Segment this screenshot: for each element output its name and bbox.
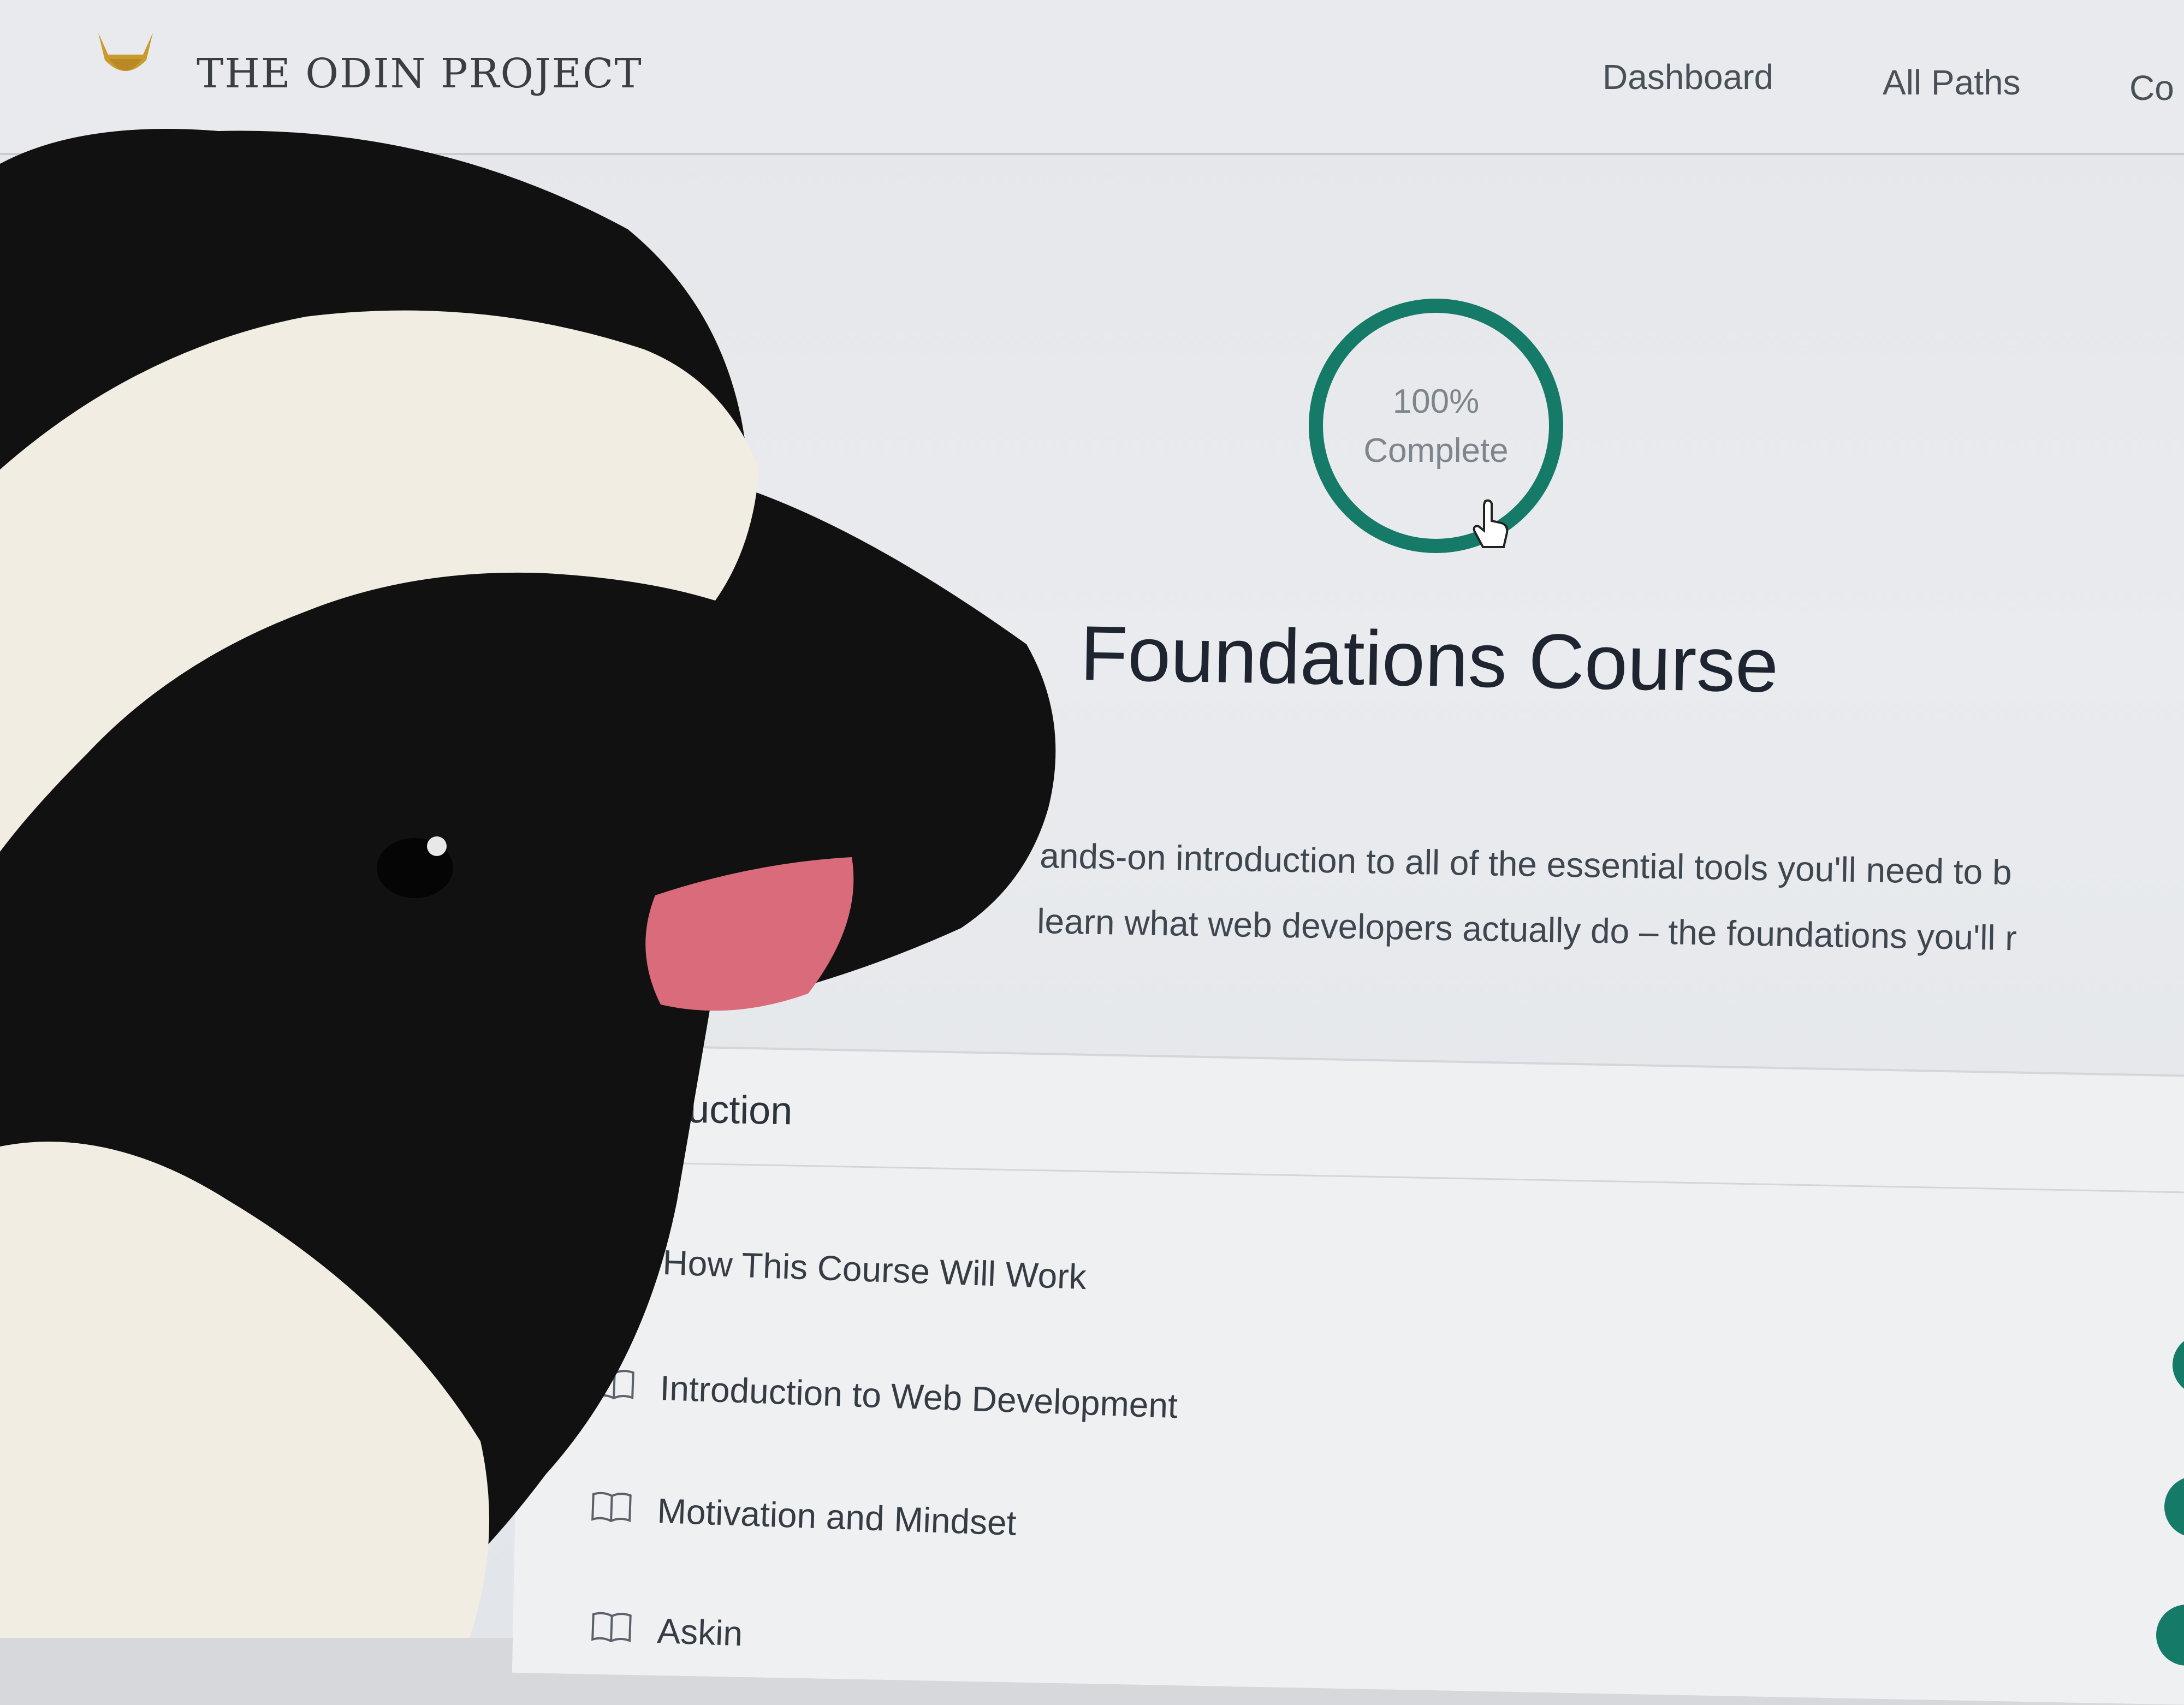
plush-penguin-photo xyxy=(0,129,1056,1638)
plush-penguin-eye-highlight xyxy=(427,836,447,856)
